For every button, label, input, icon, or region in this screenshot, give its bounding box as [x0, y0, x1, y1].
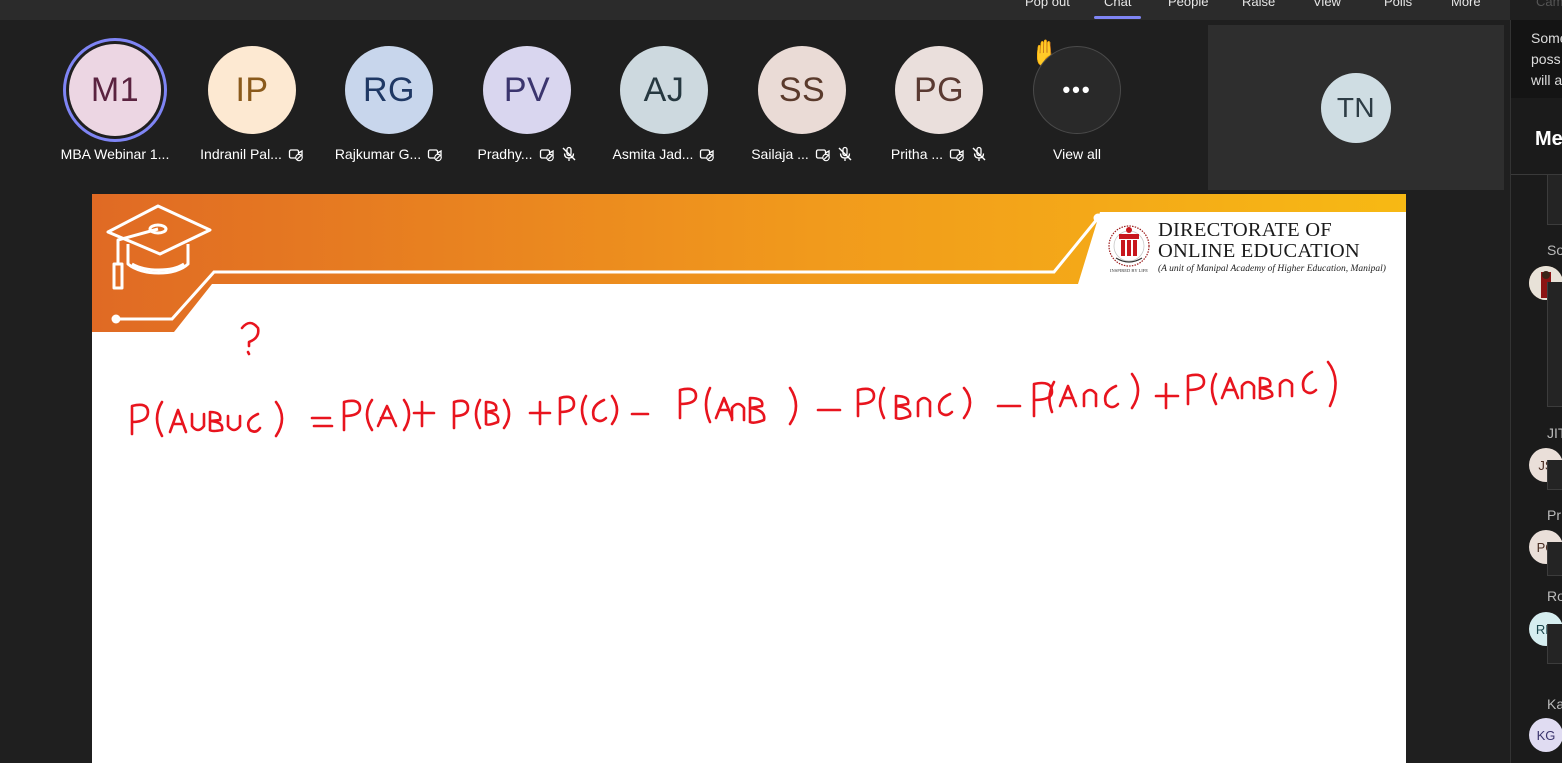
participant-name: Pritha ...: [890, 146, 944, 162]
participant-tile[interactable]: RG Rajkumar G...: [324, 40, 454, 170]
camera-button[interactable]: Cam: [1536, 0, 1562, 9]
avatar: PV: [483, 46, 571, 134]
handwritten-formula: [130, 321, 1337, 438]
meeting-toolbar: Pop out Chat People Raise View Polls Mor…: [0, 0, 1562, 20]
camera-off-icon: [815, 146, 831, 162]
more-dots-icon: •••: [1062, 77, 1092, 102]
participant-name: Rajkumar G...: [334, 146, 422, 162]
message-sender: Ka: [1547, 696, 1562, 712]
avatar: AJ: [620, 46, 708, 134]
mic-muted-icon: [971, 146, 987, 162]
avatar: M1: [69, 44, 161, 136]
shared-screen: INSPIRED BY LIFE DIRECTORATE OF ONLINE E…: [92, 194, 1406, 763]
spotlight-tile[interactable]: TN: [1208, 25, 1504, 190]
chat-notice-banner: Some poss will a: [1511, 20, 1562, 98]
camera-off-icon: [949, 146, 965, 162]
participant-tile[interactable]: SS Sailaja ...: [737, 40, 867, 170]
participant-name: Pradhy...: [477, 146, 533, 162]
participant-name: Asmita Jad...: [612, 146, 694, 162]
polls-button[interactable]: Polls: [1384, 0, 1412, 9]
more-button[interactable]: More: [1451, 0, 1481, 9]
message-bubble: [1547, 175, 1562, 225]
mic-muted-icon: [561, 146, 577, 162]
view-all-button[interactable]: •••: [1033, 46, 1121, 134]
people-button[interactable]: People: [1168, 0, 1208, 9]
avatar[interactable]: KG: [1529, 718, 1562, 752]
participant-name-row: Asmita Jad...: [599, 146, 729, 162]
participant-name-row: Indranil Pal...: [187, 146, 317, 162]
message-sender: JIT: [1547, 425, 1562, 441]
avatar: IP: [208, 46, 296, 134]
participant-name-row: Rajkumar G...: [324, 146, 454, 162]
message-sender: Pr: [1547, 507, 1561, 523]
participant-tile[interactable]: M1 MBA Webinar 1...: [50, 40, 180, 170]
chat-panel: Some poss will a Me So JIT JS Pr PG Ro R…: [1510, 20, 1562, 763]
meeting-window: Pop out Chat People Raise View Polls Mor…: [0, 0, 1562, 763]
message-bubble: [1547, 282, 1562, 407]
participant-tile[interactable]: IP Indranil Pal...: [187, 40, 317, 170]
message-sender: So: [1547, 242, 1562, 258]
chat-panel-title: Me: [1535, 128, 1562, 150]
participant-tile[interactable]: PV Pradhy...: [462, 40, 592, 170]
view-button[interactable]: View: [1313, 0, 1341, 9]
raise-hand-button[interactable]: Raise: [1242, 0, 1275, 9]
participant-name: MBA Webinar 1...: [60, 146, 170, 162]
camera-off-icon: [539, 146, 555, 162]
participant-name-row: MBA Webinar 1...: [50, 146, 180, 162]
camera-off-icon: [427, 146, 443, 162]
view-all-label[interactable]: View all: [1027, 146, 1127, 162]
message-sender: Ro: [1547, 588, 1562, 604]
participant-tile[interactable]: AJ Asmita Jad...: [599, 40, 729, 170]
participant-name: Indranil Pal...: [200, 146, 282, 162]
camera-off-icon: [699, 146, 715, 162]
chat-button[interactable]: Chat: [1093, 0, 1143, 19]
participant-tile[interactable]: PG Pritha ...: [874, 40, 1004, 170]
avatar: RG: [345, 46, 433, 134]
mic-muted-icon: [837, 146, 853, 162]
camera-off-icon: [288, 146, 304, 162]
participant-name: Sailaja ...: [751, 146, 809, 162]
participant-name-row: Pradhy...: [462, 146, 592, 162]
message-bubble: [1547, 460, 1562, 490]
avatar: PG: [895, 46, 983, 134]
popout-button[interactable]: Pop out: [1025, 0, 1070, 9]
participant-name-row: Pritha ...: [874, 146, 1004, 162]
avatar: SS: [758, 46, 846, 134]
avatar: TN: [1321, 73, 1391, 143]
message-bubble: [1547, 542, 1562, 576]
message-bubble: [1547, 624, 1562, 664]
participant-name-row: Sailaja ...: [737, 146, 867, 162]
